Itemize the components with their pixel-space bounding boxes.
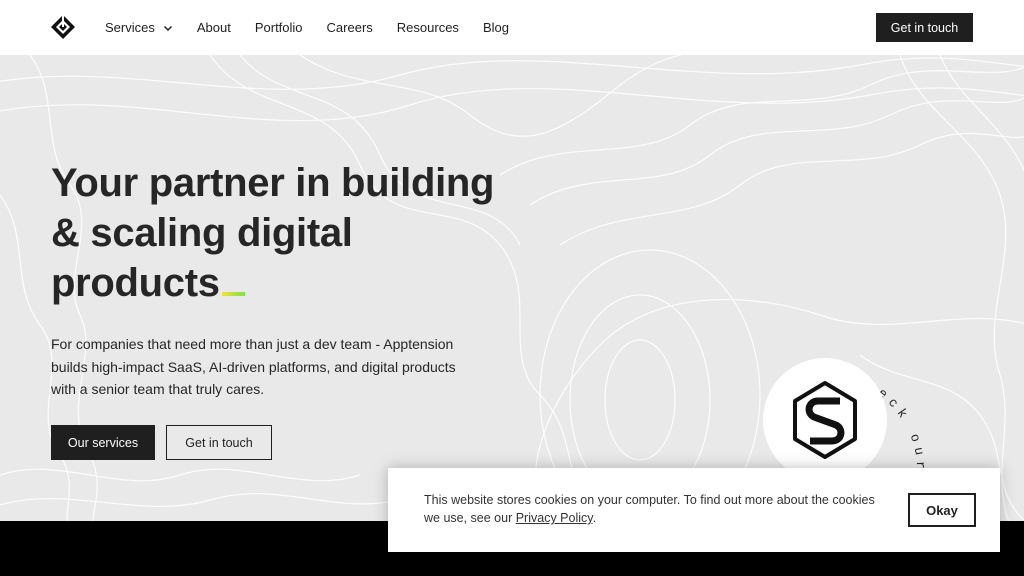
description-line: with a senior team that truly cares. — [51, 381, 265, 397]
our-services-button[interactable]: Our services — [51, 425, 155, 460]
nav-item-label: Blog — [482, 20, 509, 35]
cookie-text-suffix: . — [592, 511, 597, 525]
hero-description: For companies that need more than just a… — [51, 333, 521, 401]
nav-item-label: Portfolio — [254, 20, 303, 35]
cookie-banner: This website stores cookies on your comp… — [388, 468, 1000, 552]
chevron-down-icon — [163, 25, 172, 31]
hero-section: Your partner in building & scaling digit… — [0, 55, 1024, 521]
cookie-text-line: This website stores cookies on your comp… — [424, 493, 875, 507]
privacy-policy-link[interactable]: Privacy Policy — [516, 511, 593, 525]
cookie-text-prefix: we use, see our — [424, 511, 516, 525]
nav-item-portfolio[interactable]: Portfolio — [255, 20, 303, 35]
nav-item-label: Services — [105, 20, 155, 35]
headline-line-text: products — [51, 261, 220, 305]
nav-item-careers[interactable]: Careers — [327, 20, 373, 35]
nav-item-blog[interactable]: Blog — [483, 20, 509, 35]
hero-get-in-touch-button[interactable]: Get in touch — [166, 425, 272, 460]
nav-item-about[interactable]: About — [197, 20, 231, 35]
nav-item-label: Resources — [396, 20, 459, 35]
main-nav: Services About Portfolio Careers Resourc… — [105, 0, 533, 55]
cookie-message: This website stores cookies on your comp… — [424, 491, 884, 527]
apptension-logo-icon[interactable] — [50, 14, 76, 40]
typing-cursor — [221, 292, 245, 296]
description-line: builds high-impact SaaS, AI-driven platf… — [51, 358, 456, 375]
nav-item-label: Careers — [326, 20, 373, 35]
nav-item-resources[interactable]: Resources — [397, 20, 459, 35]
headline-line: & scaling digital — [51, 211, 353, 255]
top-navbar: Services About Portfolio Careers Resourc… — [0, 0, 1024, 55]
okay-button[interactable]: Okay — [908, 493, 976, 527]
get-in-touch-button[interactable]: Get in touch — [876, 13, 973, 42]
nav-item-label: About — [196, 20, 231, 35]
description-line: For companies that need more than just a… — [51, 336, 454, 352]
headline-line: Your partner in building — [51, 161, 495, 205]
nav-item-services[interactable]: Services — [105, 20, 173, 35]
hero-headline: Your partner in building & scaling digit… — [51, 158, 531, 308]
cookie-text-line: we use, see our Privacy Policy. — [424, 509, 884, 527]
headline-line-last: products — [51, 258, 531, 308]
